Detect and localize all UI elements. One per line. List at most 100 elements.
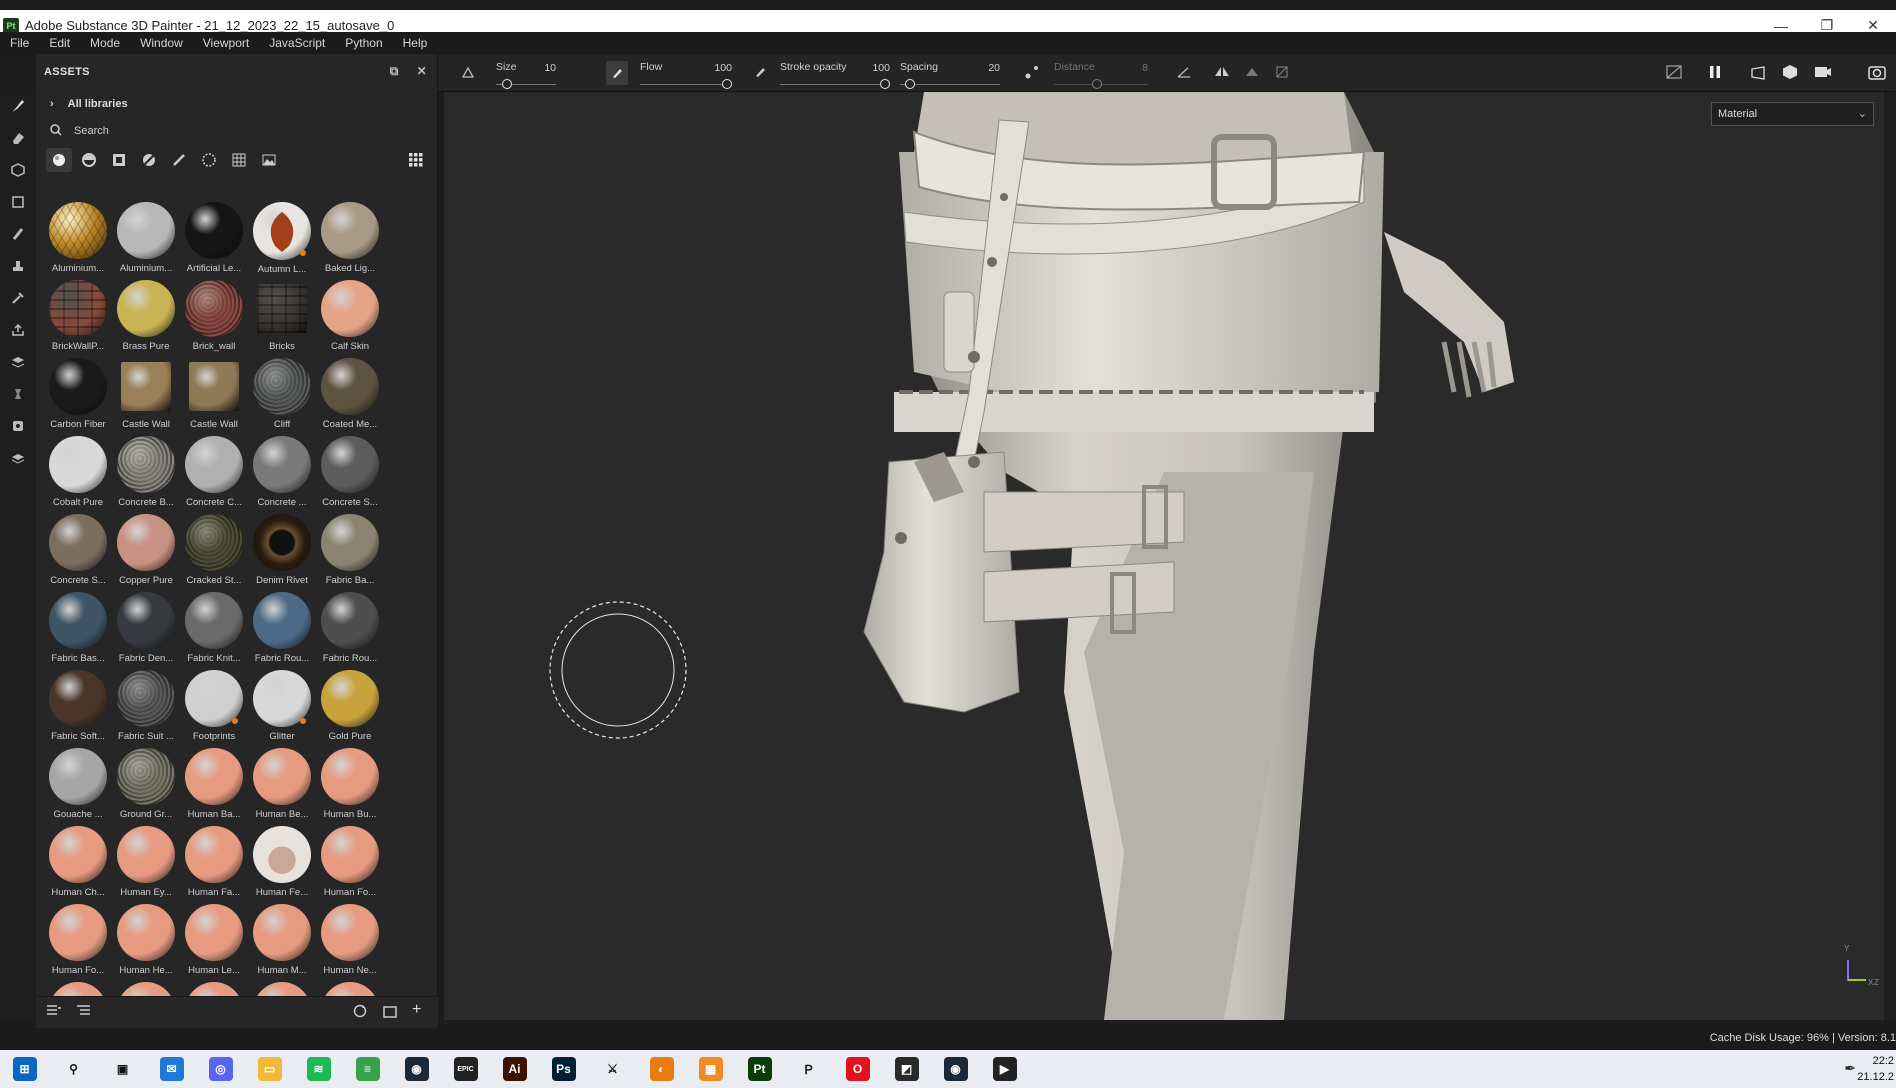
material-item[interactable]: Concrete C... [180, 430, 248, 508]
material-item[interactable]: Baked Lig... [316, 196, 384, 274]
taskbar-search2-icon[interactable]: Ｐ [784, 1050, 833, 1088]
taskbar-painter-icon[interactable]: Pt [735, 1050, 784, 1088]
material-item[interactable]: BrickWallP... [44, 274, 112, 352]
material-item[interactable]: Human Ey... [112, 820, 180, 898]
flow-value[interactable]: 100 [714, 62, 732, 74]
material-item[interactable]: Human Be... [248, 742, 316, 820]
material-item[interactable]: Gold Pure [316, 664, 384, 742]
taskbar-blender-icon[interactable]: ◐ [637, 1050, 686, 1088]
screenshot-icon[interactable] [1868, 64, 1886, 83]
taskbar-layers-icon[interactable]: ≡ [343, 1050, 392, 1088]
materials-filter-icon[interactable] [46, 148, 72, 172]
brush-preset-icon[interactable] [460, 65, 476, 84]
menu-help[interactable]: Help [393, 36, 438, 50]
physics-icon[interactable] [0, 378, 36, 410]
taskbar-photoshop-icon[interactable]: Ps [539, 1050, 588, 1088]
material-item[interactable]: Bricks [248, 274, 316, 352]
material-item[interactable]: Cobalt Pure [44, 430, 112, 508]
system-clock[interactable]: 22:2 21.12.2 [1857, 1053, 1894, 1085]
material-item[interactable]: Castle Wall [180, 352, 248, 430]
taskbar-sticky-icon[interactable]: ◩ [882, 1050, 931, 1088]
material-item[interactable] [180, 976, 248, 996]
material-item[interactable]: Glitter [248, 664, 316, 742]
material-item[interactable] [44, 976, 112, 996]
material-item[interactable]: Ground Gr... [112, 742, 180, 820]
material-item[interactable]: Fabric Rou... [316, 586, 384, 664]
projection-icon[interactable] [0, 154, 36, 186]
material-item[interactable]: Brick_wall [180, 274, 248, 352]
polygon-fill-icon[interactable] [0, 186, 36, 218]
sort-icon[interactable] [76, 1004, 92, 1023]
display-settings-icon[interactable] [0, 410, 36, 442]
textures-filter-icon[interactable] [226, 148, 252, 172]
color-picker-icon[interactable] [0, 282, 36, 314]
material-item[interactable]: Coated Me... [316, 352, 384, 430]
brushes-filter-icon[interactable] [166, 148, 192, 172]
size-slider[interactable]: Size 10 [496, 58, 556, 90]
material-item[interactable]: Concrete S... [316, 430, 384, 508]
material-item[interactable]: Fabric Ba... [316, 508, 384, 586]
material-item[interactable]: Concrete B... [112, 430, 180, 508]
taskbar-task-view-icon[interactable]: ▣ [98, 1050, 147, 1088]
search-input[interactable]: Search [74, 125, 109, 137]
taskbar-illustrator-icon[interactable]: Ai [490, 1050, 539, 1088]
material-item[interactable]: Fabric Knit... [180, 586, 248, 664]
material-item[interactable]: Human M... [248, 898, 316, 976]
material-item[interactable]: Brass Pure [112, 274, 180, 352]
taskbar-explorer-icon[interactable]: ▭ [245, 1050, 294, 1088]
taskbar-steam-icon[interactable]: ◉ [392, 1050, 441, 1088]
material-item[interactable]: Calf Skin [316, 274, 384, 352]
smart-masks-filter-icon[interactable] [106, 148, 132, 172]
eraser-icon[interactable] [0, 122, 36, 154]
assets-search[interactable]: Search [36, 118, 437, 144]
smart-materials-filter-icon[interactable] [76, 148, 102, 172]
material-item[interactable]: Human Fa... [180, 820, 248, 898]
taskbar-mail-icon[interactable]: ✉ [147, 1050, 196, 1088]
material-item[interactable]: Castle Wall [112, 352, 180, 430]
material-item[interactable]: Concrete S... [44, 508, 112, 586]
material-item[interactable]: Human Fo... [44, 898, 112, 976]
bake-icon[interactable] [0, 314, 36, 346]
filters-filter-icon[interactable] [136, 148, 162, 172]
material-item[interactable]: Concrete ... [248, 430, 316, 508]
symmetry-icon[interactable] [1214, 64, 1230, 83]
material-item[interactable]: Human Ne... [316, 898, 384, 976]
material-item[interactable] [316, 976, 384, 996]
material-item[interactable]: Cracked St... [180, 508, 248, 586]
material-item[interactable]: Footprints [180, 664, 248, 742]
paint-brush-icon[interactable] [0, 90, 36, 122]
material-item[interactable]: Fabric Soft... [44, 664, 112, 742]
taskbar-opera-icon[interactable]: O [833, 1050, 882, 1088]
clone-stamp-icon[interactable] [0, 250, 36, 282]
spacing-slider[interactable]: Spacing 20 [900, 58, 1000, 90]
taskbar-steam2-icon[interactable]: ◉ [931, 1050, 980, 1088]
material-item[interactable]: Aluminium... [44, 196, 112, 274]
material-item[interactable]: Human Le... [180, 898, 248, 976]
float-panel-icon[interactable]: ⧉ [390, 64, 399, 79]
pressure-flow-icon[interactable] [754, 66, 766, 81]
pressure-size-icon[interactable] [606, 61, 628, 85]
taskbar-media-icon[interactable]: ▶ [980, 1050, 1029, 1088]
material-item[interactable]: Autumn L... [248, 196, 316, 274]
pen-icon[interactable]: ✒ [1844, 1060, 1856, 1077]
channel-select[interactable]: Material ⌄ [1711, 102, 1874, 126]
stroke-opacity-slider[interactable]: Stroke opacity 100 [780, 58, 890, 90]
material-item[interactable]: Artificial Le... [180, 196, 248, 274]
flow-knob[interactable] [722, 79, 732, 89]
taskbar-box-icon[interactable]: ▦ [686, 1050, 735, 1088]
alignment-icon[interactable] [1244, 64, 1260, 83]
material-item[interactable]: Human Fo... [316, 820, 384, 898]
stroke-opacity-value[interactable]: 100 [872, 62, 890, 74]
pause-icon[interactable] [1708, 65, 1722, 82]
menu-javascript[interactable]: JavaScript [259, 36, 335, 50]
material-item[interactable]: Denim Rivet [248, 508, 316, 586]
material-item[interactable]: Gouache ... [44, 742, 112, 820]
hide-ui-icon[interactable] [1666, 65, 1682, 82]
material-item[interactable]: Fabric Rou... [248, 586, 316, 664]
material-item[interactable]: Human Ch... [44, 820, 112, 898]
close-panel-icon[interactable]: ✕ [417, 64, 427, 79]
distance-slider[interactable]: Distance 8 [1054, 58, 1148, 90]
material-item[interactable]: Carbon Fiber [44, 352, 112, 430]
material-item[interactable]: Fabric Den... [112, 586, 180, 664]
camera-icon[interactable] [1814, 65, 1832, 82]
